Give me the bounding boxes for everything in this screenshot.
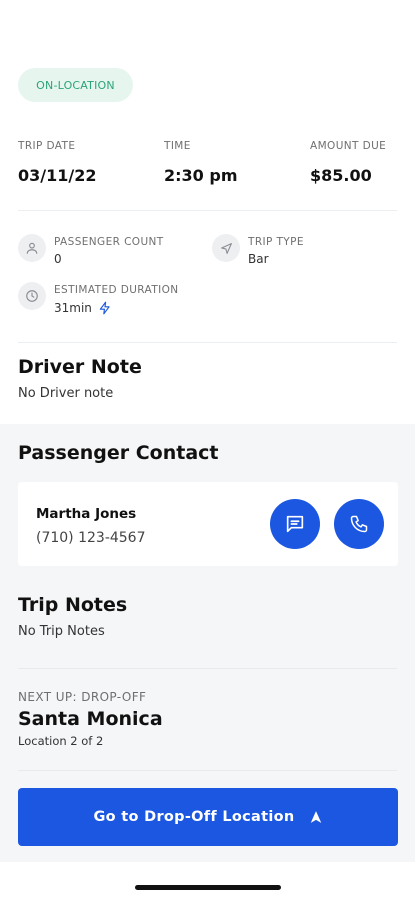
trip-type-value: Bar — [248, 252, 269, 266]
trip-type-label: TRIP TYPE — [248, 236, 304, 248]
passenger-count-label: PASSENGER COUNT — [54, 236, 164, 248]
estimated-duration-value: 31min — [54, 301, 92, 315]
passenger-contact-title-wrap: Passenger Contact — [18, 442, 219, 464]
time-value: 2:30 pm — [164, 166, 238, 185]
home-indicator — [135, 885, 281, 890]
next-up-place: Santa Monica — [18, 708, 163, 730]
driver-note-text: No Driver note — [18, 386, 114, 401]
navigation-arrow-up-icon — [310, 811, 321, 823]
estimated-duration-label: ESTIMATED DURATION — [54, 284, 179, 296]
passenger-name: Martha Jones — [36, 506, 137, 522]
divider — [18, 668, 397, 669]
go-to-drop-off-button[interactable]: Go to Drop-Off Location — [18, 788, 398, 846]
clock-icon — [18, 282, 46, 310]
divider — [18, 770, 397, 771]
trip-detail-screen: ON-LOCATION TRIP DATE 03/11/22 TIME 2:30… — [0, 0, 415, 900]
next-up-label: NEXT UP: DROP-OFF — [18, 690, 147, 704]
estimated-duration-detail: ESTIMATED DURATION 31min — [18, 282, 179, 316]
go-to-drop-off-label: Go to Drop-Off Location — [93, 809, 295, 825]
passenger-contact-card: Martha Jones (710) 123-4567 — [18, 482, 398, 566]
trip-date-label: TRIP DATE — [18, 140, 76, 152]
divider — [18, 210, 397, 211]
lightning-icon — [99, 301, 110, 315]
trip-notes-title: Trip Notes — [18, 594, 128, 616]
trip-summary: TRIP DATE 03/11/22 TIME 2:30 pm AMOUNT D… — [18, 140, 408, 190]
call-passenger-button[interactable] — [334, 499, 384, 549]
message-icon — [286, 515, 304, 533]
amount-due-label: AMOUNT DUE — [310, 140, 387, 152]
estimated-duration-row: 31min — [54, 300, 179, 316]
time-column: TIME 2:30 pm — [164, 140, 238, 185]
navigation-arrow-icon — [212, 234, 240, 262]
phone-icon — [350, 515, 368, 533]
amount-due-column: AMOUNT DUE $85.00 — [310, 140, 386, 185]
time-label: TIME — [164, 140, 191, 152]
driver-note-title: Driver Note — [18, 356, 142, 378]
passenger-count-detail: PASSENGER COUNT 0 — [18, 234, 164, 266]
driver-note-section: Driver Note No Driver note — [18, 356, 142, 401]
trip-date-column: TRIP DATE 03/11/22 — [18, 140, 96, 185]
trip-notes-section: Trip Notes No Trip Notes — [18, 594, 127, 639]
amount-due-value: $85.00 — [310, 166, 372, 185]
next-up-location-index: Location 2 of 2 — [18, 734, 104, 748]
trip-type-detail: TRIP TYPE Bar — [212, 234, 304, 266]
passenger-phone: (710) 123-4567 — [36, 530, 146, 546]
user-icon — [18, 234, 46, 262]
divider — [18, 342, 397, 343]
next-up-section: NEXT UP: DROP-OFF Santa Monica Location … — [18, 690, 163, 748]
passenger-count-value: 0 — [54, 252, 62, 266]
trip-date-value: 03/11/22 — [18, 166, 97, 185]
message-passenger-button[interactable] — [270, 499, 320, 549]
status-badge: ON-LOCATION — [18, 68, 133, 102]
trip-notes-text: No Trip Notes — [18, 624, 105, 639]
passenger-contact-title: Passenger Contact — [18, 442, 219, 464]
